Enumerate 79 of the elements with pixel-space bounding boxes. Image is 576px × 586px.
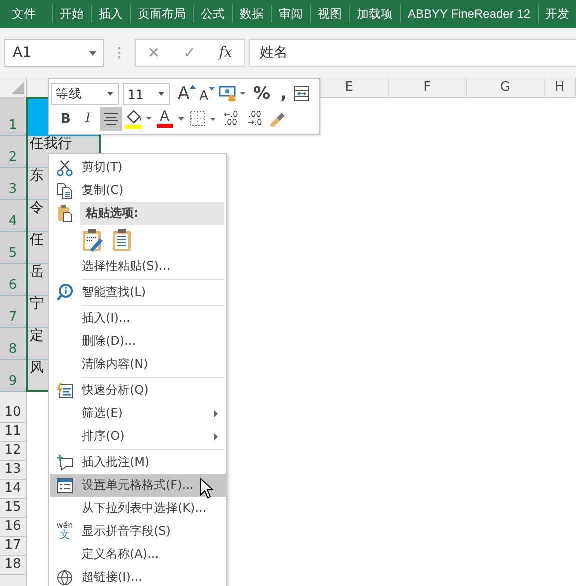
corner-triangle-icon	[12, 82, 24, 94]
caret-icon	[89, 50, 97, 56]
font-dropdown[interactable]: 等线	[51, 83, 119, 105]
format-cells-icon	[56, 476, 74, 494]
ribbon-tab[interactable]: ABBYY FineReader 12	[400, 5, 538, 23]
down-triangle-icon	[208, 87, 215, 91]
decimal-button[interactable]: ←.0 .00	[220, 108, 242, 130]
shrink-font-button[interactable]: A	[200, 81, 215, 107]
menu-item[interactable]: 设置单元格格式(F)...	[50, 474, 226, 497]
ribbon-tab[interactable]: 公式	[193, 5, 232, 23]
row-header[interactable]: 11	[0, 423, 27, 442]
menu-item[interactable]: 定义名称(A)...	[50, 543, 226, 566]
ribbon-tab[interactable]: 开始	[52, 5, 91, 23]
caret-icon	[158, 92, 165, 96]
formula-field[interactable]: 姓名	[249, 39, 576, 67]
scissors-icon	[56, 158, 74, 176]
italic-button[interactable]: I	[78, 108, 98, 130]
ribbon-tab[interactable]: 视图	[310, 5, 349, 23]
row-header[interactable]: 9	[0, 360, 27, 392]
row-header[interactable]: 2	[0, 136, 27, 168]
insert-function-button[interactable]: fx	[219, 45, 232, 61]
caret-icon	[178, 117, 185, 121]
menu-item[interactable]: 插入批注(M)	[50, 451, 226, 474]
ribbon-tab[interactable]: 页面布局	[130, 5, 193, 23]
font-size-dropdown[interactable]: 11	[123, 83, 170, 105]
ribbon-tab[interactable]: 数据	[232, 5, 271, 23]
row-header[interactable]: 10	[0, 392, 27, 423]
menu-item[interactable]: 超链接(I)...	[50, 566, 226, 586]
menu-item[interactable]: 筛选(E)	[50, 402, 226, 425]
row-header[interactable]: 4	[0, 200, 27, 232]
caret-icon	[107, 92, 114, 96]
paste-options-heading: 粘贴选项:	[80, 202, 224, 225]
column-header[interactable]: G	[466, 78, 545, 97]
globe-icon	[56, 568, 74, 586]
percent-button[interactable]: %	[250, 83, 274, 105]
comma-style-button[interactable]: ,	[278, 83, 290, 105]
row-header[interactable]: 18	[0, 556, 27, 575]
grow-font-button[interactable]: A	[174, 83, 196, 105]
row-header[interactable]: 15	[0, 499, 27, 518]
mouse-pointer-icon	[200, 478, 214, 499]
grip-icon	[118, 47, 121, 59]
bold-button[interactable]: B	[56, 108, 76, 130]
column-header[interactable]: F	[388, 78, 467, 97]
copy-icon	[56, 182, 74, 200]
comment-icon	[56, 454, 74, 472]
row-header[interactable]: 14	[0, 480, 27, 499]
pinyin-icon: wén 文	[56, 522, 74, 541]
submenu-arrow-icon	[214, 432, 218, 440]
row-header[interactable]: 16	[0, 518, 27, 537]
ribbon-tab[interactable]: 文件	[0, 5, 52, 23]
lookup-icon	[56, 284, 74, 302]
up-triangle-icon	[190, 85, 196, 89]
row-header[interactable]: 12	[0, 442, 27, 461]
paste-values-icon[interactable]	[112, 228, 132, 252]
ribbon-tab[interactable]: 加载项	[349, 5, 400, 23]
quick-analysis-icon	[56, 382, 74, 400]
center-align-button[interactable]	[100, 107, 122, 131]
column-header[interactable]: H	[544, 78, 576, 97]
name-box[interactable]: A1	[4, 39, 104, 67]
decimal-button[interactable]: .00 →.0	[244, 108, 266, 130]
paste-formatting-icon[interactable]	[82, 228, 104, 252]
row-header[interactable]: 7	[0, 296, 27, 328]
row-header[interactable]: 6	[0, 264, 27, 296]
row-header[interactable]: 8	[0, 328, 27, 360]
row-header[interactable]: 13	[0, 461, 27, 480]
font-color-button[interactable]: A	[156, 108, 188, 130]
clipboard-icon	[57, 204, 73, 222]
fill-color-button[interactable]	[124, 108, 154, 130]
menu-item[interactable]: 排序(O)	[50, 425, 226, 448]
align-center-icon	[104, 113, 118, 125]
submenu-arrow-icon	[214, 410, 218, 418]
row-header[interactable]: 5	[0, 232, 27, 264]
ribbon-tab[interactable]: 审阅	[271, 5, 310, 23]
row-header[interactable]: 17	[0, 537, 27, 556]
ribbon-tab[interactable]: 开发	[538, 5, 576, 23]
row-header[interactable]: 3	[0, 168, 27, 200]
ribbon-tab[interactable]: 插入	[91, 5, 130, 23]
menu-item[interactable]: 从下拉列表中选择(K)...	[50, 497, 226, 520]
row-header[interactable]: 1	[0, 98, 27, 136]
